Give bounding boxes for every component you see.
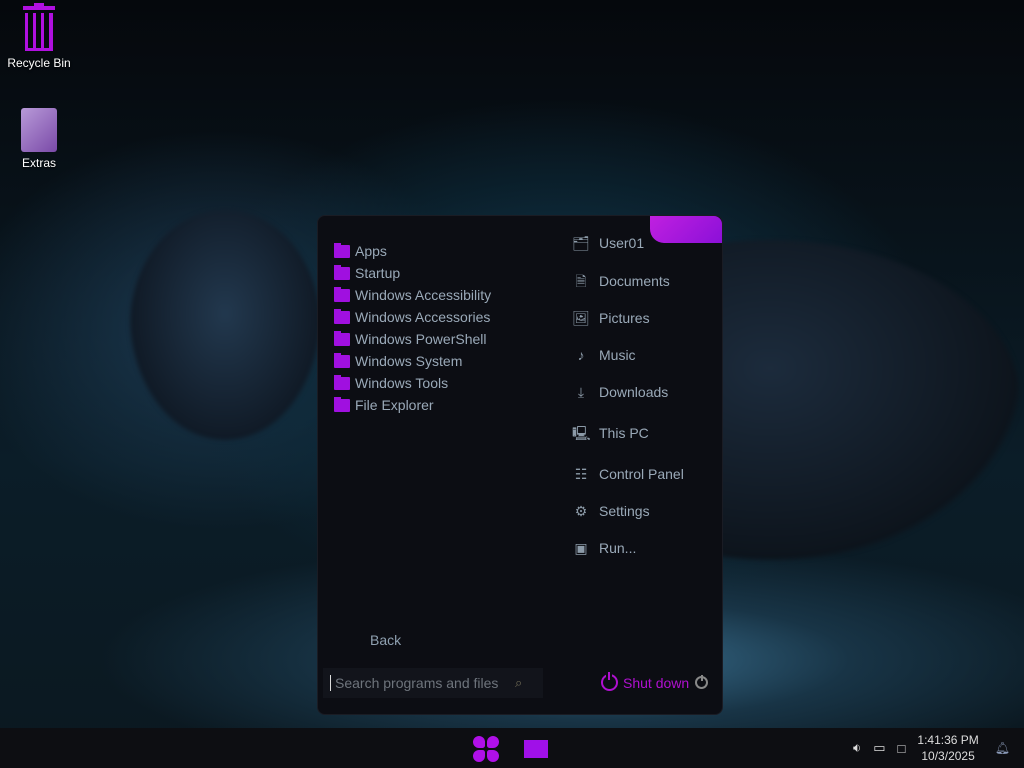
recycle-bin-icon — [21, 3, 57, 52]
program-label: Windows PowerShell — [355, 331, 487, 347]
place-label: Settings — [599, 503, 650, 519]
place-item[interactable]: 🗎︎ Documents — [572, 272, 670, 290]
program-label: Windows Accessibility — [355, 287, 492, 303]
folder-icon — [334, 330, 350, 346]
text-caret — [330, 675, 331, 691]
folder-icon — [334, 308, 350, 324]
power-icon — [601, 672, 618, 691]
clock[interactable]: 1:41:36 PM 10/3/2025 — [917, 732, 978, 764]
program-label: Windows Tools — [355, 375, 449, 391]
run-icon: ▣ — [574, 540, 588, 556]
place-item[interactable]: ☷ Control Panel — [572, 465, 684, 483]
battery-icon[interactable]: ▭ — [873, 740, 885, 756]
system-tray: 🔉︎ ▭ □ 1:41:36 PM 10/3/2025 🔔︎ — [853, 728, 1024, 768]
folder-icon — [334, 352, 350, 368]
music-icon: ♪ — [577, 347, 585, 363]
control-panel-icon: ☷ — [574, 466, 588, 482]
place-label: This PC — [599, 425, 649, 441]
notification-bell-icon[interactable]: 🔔︎ — [995, 741, 1010, 755]
back-button[interactable]: Back — [370, 632, 401, 648]
wallpaper-panther-head — [130, 210, 320, 440]
program-item[interactable]: File Explorer — [334, 394, 434, 416]
user-accent-tile — [650, 216, 722, 243]
start-menu: Apps Startup Windows Accessibility Windows … — [317, 215, 723, 715]
document-icon: 🗎︎ — [575, 273, 587, 289]
clock-time: 1:41:36 PM — [917, 733, 979, 747]
download-icon: ⤓ — [577, 384, 585, 400]
place-label: Control Panel — [599, 466, 684, 482]
place-label: Downloads — [599, 384, 669, 400]
computer-icon: 🖳︎ — [572, 425, 591, 441]
search-input[interactable] — [335, 675, 515, 691]
program-label: Apps — [355, 243, 387, 259]
clock-date: 10/3/2025 — [921, 749, 975, 763]
start-button[interactable] — [473, 736, 499, 762]
desktop-icon-label: Recycle Bin — [7, 56, 71, 70]
place-label: Music — [599, 347, 636, 363]
program-label: Windows Accessories — [355, 309, 491, 325]
place-label: Run... — [599, 540, 637, 556]
place-item[interactable]: ⤓ Downloads — [572, 383, 668, 401]
gear-icon: ⚙ — [574, 503, 588, 519]
search-icon[interactable]: ⌕ — [515, 675, 522, 691]
folder-icon — [334, 286, 350, 302]
network-icon[interactable]: □ — [898, 741, 906, 756]
program-item[interactable]: Windows Accessibility — [334, 284, 491, 306]
volume-icon[interactable]: 🔉︎ — [853, 740, 861, 756]
place-label: Documents — [599, 273, 670, 289]
program-label: File Explorer — [355, 397, 434, 413]
file-explorer-taskbar-button[interactable] — [524, 740, 548, 758]
program-item[interactable]: Startup — [334, 262, 400, 284]
user-folder-icon: 🗂︎ — [572, 235, 590, 251]
place-item[interactable]: 🖳︎ This PC — [572, 424, 649, 442]
shutdown-button[interactable]: Shut down — [601, 672, 690, 691]
picture-icon: 🖼︎ — [572, 310, 590, 326]
search-box[interactable]: ⌕ — [323, 668, 543, 698]
folder-icon — [21, 108, 57, 152]
place-item[interactable]: 🗂︎ User01 — [572, 234, 644, 252]
taskbar: 🔉︎ ▭ □ 1:41:36 PM 10/3/2025 🔔︎ — [0, 728, 1024, 768]
folder-icon — [334, 374, 350, 390]
shutdown-label: Shut down — [623, 674, 690, 691]
power-options-button[interactable] — [695, 675, 708, 689]
place-item[interactable]: ⚙ Settings — [572, 502, 650, 520]
program-label: Windows System — [355, 353, 463, 369]
place-item[interactable]: ♪ Music — [572, 346, 636, 364]
desktop-icon-recycle-bin[interactable]: Recycle Bin — [1, 3, 77, 70]
place-item[interactable]: ▣ Run... — [572, 539, 636, 557]
desktop-icon-label: Extras — [21, 156, 56, 170]
program-item[interactable]: Apps — [334, 240, 387, 262]
program-item[interactable]: Windows PowerShell — [334, 328, 487, 350]
program-item[interactable]: Windows System — [334, 350, 462, 372]
program-label: Startup — [355, 265, 401, 281]
program-item[interactable]: Windows Tools — [334, 372, 448, 394]
place-item[interactable]: 🖼︎ Pictures — [572, 309, 650, 327]
place-label: Pictures — [599, 310, 650, 326]
folder-icon — [334, 242, 350, 258]
program-item[interactable]: Windows Accessories — [334, 306, 490, 328]
desktop-icon-extras[interactable]: Extras — [1, 108, 77, 170]
place-label: User01 — [599, 235, 645, 251]
folder-icon — [334, 264, 350, 280]
folder-icon — [334, 396, 350, 412]
